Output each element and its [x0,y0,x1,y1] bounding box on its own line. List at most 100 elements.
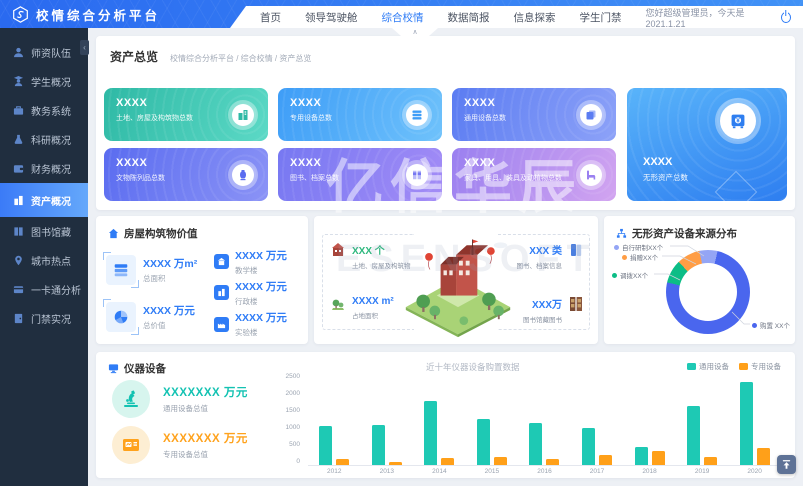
page-title: 资产总览 [110,48,158,65]
general-equipment-stat: XXXXXXX 万元 通用设备总值 [112,380,248,418]
x-axis-label: 2012 [314,468,354,475]
logout-power-icon[interactable] [781,12,791,23]
bar-plot [308,378,781,466]
sidebar-item-faculty[interactable]: 师资队伍 [0,38,88,67]
donut-label-donated: 捐赠XX个 [622,252,658,262]
nav-info-explore[interactable]: 信息探索 [514,10,556,25]
stat-label: 通用设备总值 [163,403,248,414]
sidebar-item-assets[interactable]: 资产概况 [0,183,88,217]
sidebar-item-label: 教务系统 [31,103,71,118]
sidebar-item-students[interactable]: 学生概况 [0,67,88,96]
stat-card-relics: XXXX 文物陈列品总数 [104,148,268,201]
x-axis-label: 2015 [472,468,512,475]
pie-icon [113,309,129,325]
bar [652,451,665,465]
nav-data-brief[interactable]: 数据简报 [448,10,490,25]
bar [546,459,559,465]
nav-student-access[interactable]: 学生门禁 [580,10,622,25]
breadcrumb[interactable]: 校情综合分析平台 / 综合校情 / 资产总览 [170,53,311,64]
sidebar-item-label: 科研概况 [31,132,71,147]
donut-label-allocated: 调拨XX个 [612,270,648,280]
top-nav: 首页 领导驾驶舱 综合校情 数据简报 信息探索 学生门禁 您好超级管理员，今天是… [230,6,803,28]
nav-comprehensive[interactable]: 综合校情 [382,10,424,25]
stat-label: 专用设备总值 [163,449,248,460]
back-to-top-button[interactable] [777,455,796,474]
book-icon [13,226,24,237]
sidebar-item-label: 门禁实况 [31,311,71,326]
legend-dot [622,255,627,260]
stat-card-special-equipment: XXXX 专用设备总数 [278,88,442,141]
section-title: 仪器设备 [124,361,166,376]
book-icon [411,169,423,181]
sidebar-item-access-control[interactable]: 门禁实况 [0,304,88,333]
bar [319,426,332,465]
campus-stat-archives: XXX 类 图书、档案信息 [517,242,585,270]
bar [757,448,770,465]
legend-special-equipment[interactable]: 专用设备 [739,361,781,372]
stat-card-general-equipment: XXXX 通用设备总数 [452,88,616,141]
sidebar-item-label: 学生概况 [31,74,71,89]
lab-icon [217,320,226,329]
sidebar-item-research[interactable]: 科研概况 [0,125,88,154]
sidebar: ‹ 师资队伍 学生概况 教务系统 科研概况 财务概况 资产概况 图书馆藏 城市热… [0,28,88,486]
user-greeting-text: 您好超级管理员，今天是2021.1.21 [646,6,773,29]
intangible-source-panel: 无形资产设备来源分布 自行研制XX个 捐赠XX个 调拨XX个 购置 XX个 [604,216,795,344]
x-axis-label: 2017 [577,468,617,475]
sidebar-item-onecard[interactable]: 一卡通分析 [0,275,88,304]
safe-icon: ¥ [729,112,747,130]
sidebar-item-library[interactable]: 图书馆藏 [0,217,88,246]
x-axis-label: 2018 [630,468,670,475]
bar [740,382,753,465]
stat-label: 图书馆藏图书 [523,314,562,324]
bar-chart-title: 近十年仪器设备购置数据 [426,361,520,373]
stat-label: 图书、档案信息 [517,260,563,270]
campus-illustration-panel: XXX 个 土地、房屋及构筑物 XXXX m² 占地面积 XXX 类 图书、档案… [314,216,598,344]
bar [389,462,402,465]
campus-illustration [400,226,516,338]
sidebar-item-label: 图书馆藏 [31,224,71,239]
bar-chart-legend: 通用设备 专用设备 [687,361,781,372]
bar-group [740,378,770,465]
bar-group [319,378,349,465]
bar [494,457,507,465]
logo-hexagon-icon [12,6,29,23]
briefcase-icon [13,105,24,116]
bar-group [582,378,612,465]
user-greeting-area: 您好超级管理员，今天是2021.1.21 [646,6,803,29]
bar-chart-y-axis: 25002000150010005000 [274,373,300,465]
bar [635,447,648,465]
building-value-panel: 房屋构筑物价值 XXXX 万m² 总面积 XXXX 万元 总价值 [96,216,308,344]
monitor-icon [108,363,119,374]
campus-stat-area: XXXX m² 占地面积 [330,296,394,320]
sidebar-item-finance[interactable]: 财务概况 [0,154,88,183]
nav-home[interactable]: 首页 [260,10,281,25]
legend-general-equipment[interactable]: 通用设备 [687,361,729,372]
stat-value: XXX 个 [352,242,411,257]
stat-value: XXXX 万m² [143,256,197,271]
bar [441,458,454,465]
bar [477,419,490,465]
sidebar-item-city-hotspots[interactable]: 城市热点 [0,246,88,275]
bar-group [687,378,717,465]
sidebar-item-academic[interactable]: 教务系统 [0,96,88,125]
school-icon [217,257,226,266]
legend-dot [752,323,757,328]
vase-icon [237,169,249,181]
stat-label: 教学楼 [235,265,287,276]
student-icon [13,76,24,87]
stat-value: XXXX 万元 [235,310,287,325]
stat-value: XXX 类 [517,242,563,257]
nav-leader-cockpit[interactable]: 领导驾驶舱 [305,10,358,25]
bar [372,425,385,465]
campus-stat-library-books: XXX万 图书馆藏图书 [523,296,584,324]
bar-group [477,378,507,465]
sidebar-collapse-handle[interactable]: ‹ [80,40,89,55]
bar-group [529,378,559,465]
asset-overview-panel: 资产总览 校情综合分析平台 / 综合校情 / 资产总览 XXXX 土地、房屋及构… [96,36,795,210]
stat-value: XXX万 [523,296,562,311]
person-icon [13,47,24,58]
asset-stat-cards: XXXX 土地、房屋及构筑物总数 XXXX 专用设备总数 XXXX 通用设备总数… [104,88,616,201]
stat-value: XXXXXXX 万元 [163,384,248,400]
sidebar-item-label: 财务概况 [31,161,71,176]
stat-value: XXXX m² [352,296,394,307]
